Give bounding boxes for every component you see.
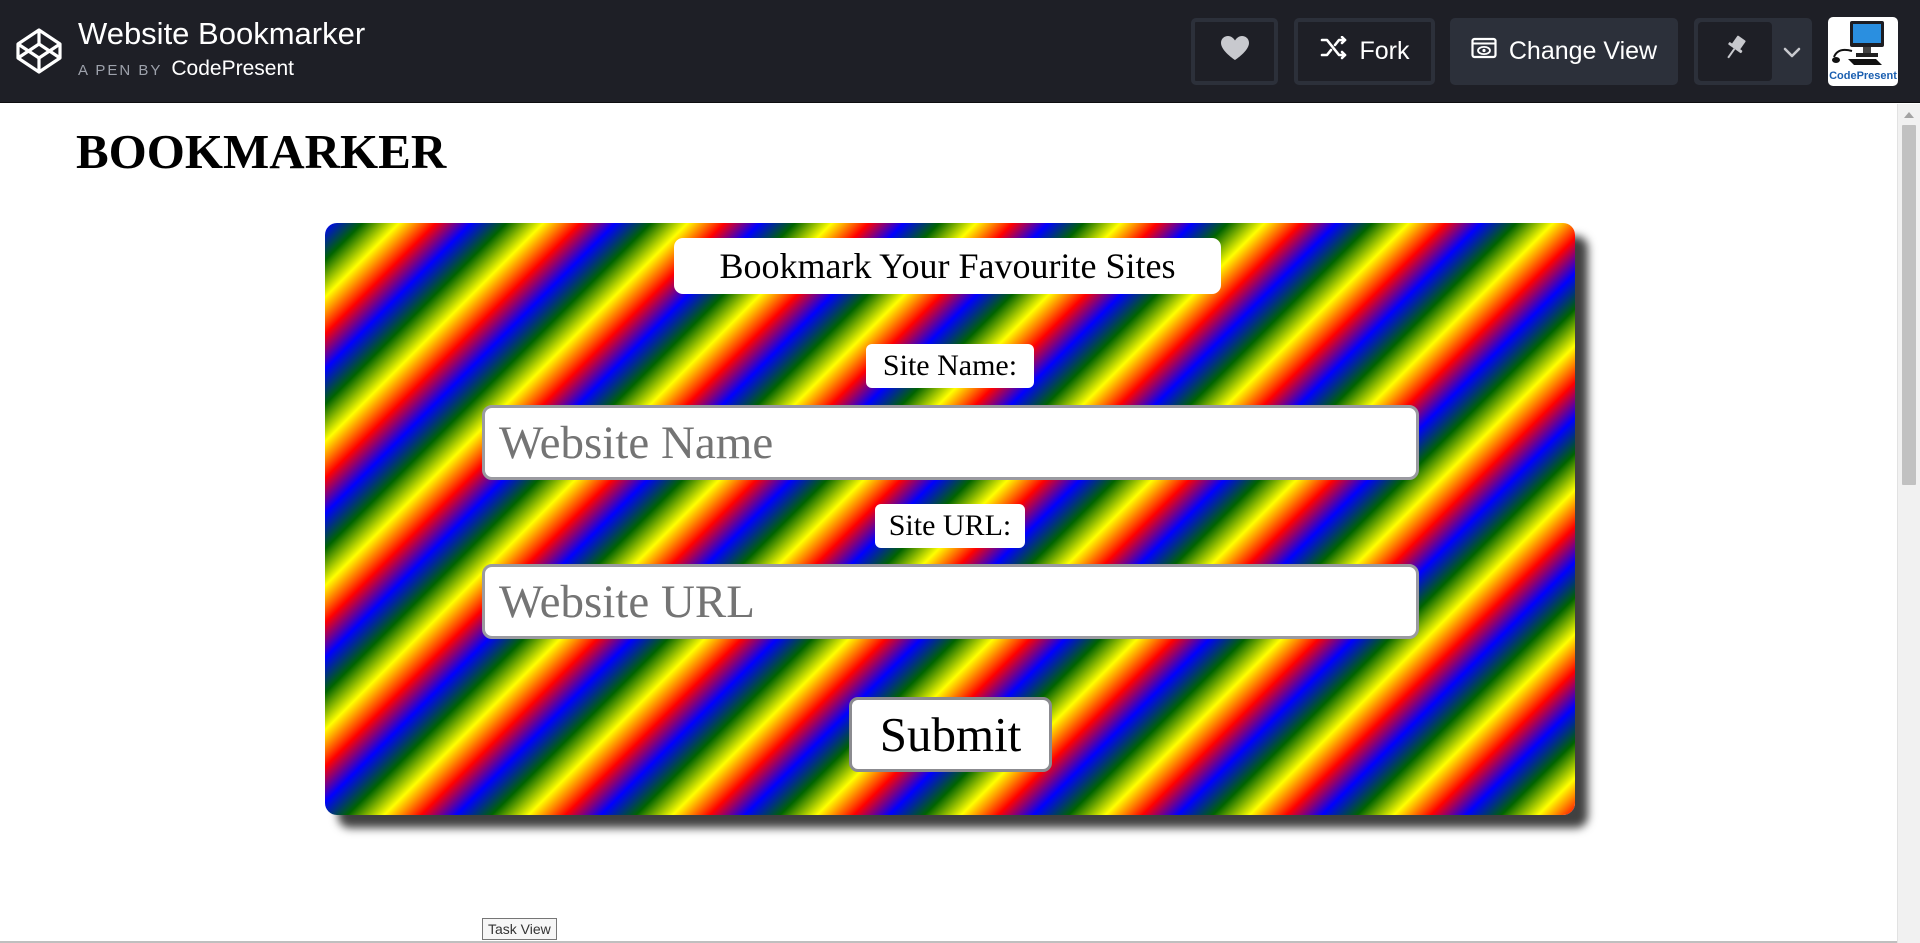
author-link[interactable]: CodePresent xyxy=(171,57,294,80)
tooltip: Task View xyxy=(482,918,557,940)
avatar[interactable]: CodePresent xyxy=(1828,17,1898,86)
like-button[interactable] xyxy=(1191,18,1278,85)
pin-menu-toggle[interactable] xyxy=(1772,37,1812,66)
site-url-input[interactable] xyxy=(482,564,1419,639)
pen-title[interactable]: Website Bookmarker xyxy=(78,16,365,52)
submit-button[interactable]: Submit xyxy=(849,697,1052,772)
scroll-up-arrow-icon[interactable] xyxy=(1898,107,1920,123)
pin-button-group xyxy=(1694,18,1812,85)
top-bar: Website Bookmarker A PEN BY CodePresent xyxy=(0,0,1920,103)
scrollbar-thumb[interactable] xyxy=(1902,125,1916,485)
eye-window-icon xyxy=(1471,37,1509,66)
pen-title-block: Website Bookmarker A PEN BY CodePresent xyxy=(78,16,365,82)
change-view-label: Change View xyxy=(1508,37,1658,65)
pin-button[interactable] xyxy=(1698,22,1772,81)
bookmark-form-card: Bookmark Your Favourite Sites Site Name:… xyxy=(325,223,1575,815)
site-url-label: Site URL: xyxy=(875,504,1025,548)
pin-icon xyxy=(1722,34,1748,69)
form-title: Bookmark Your Favourite Sites xyxy=(674,238,1221,294)
pen-byline: A PEN BY CodePresent xyxy=(78,58,365,82)
chevron-down-icon xyxy=(1783,37,1801,66)
fork-icon xyxy=(1320,35,1360,67)
fork-label: Fork xyxy=(1359,37,1410,65)
vertical-scrollbar[interactable] xyxy=(1897,104,1920,943)
computer-icon xyxy=(1832,21,1884,65)
site-name-label: Site Name: xyxy=(866,344,1034,388)
page-title: BOOKMARKER xyxy=(76,124,447,179)
avatar-label: CodePresent xyxy=(1829,70,1897,82)
fork-button[interactable]: Fork xyxy=(1294,18,1435,85)
change-view-button[interactable]: Change View xyxy=(1450,18,1678,85)
by-label: A PEN BY xyxy=(78,62,163,79)
heart-icon xyxy=(1220,35,1250,68)
site-name-input[interactable] xyxy=(482,405,1419,480)
codepen-logo-icon[interactable] xyxy=(14,26,64,76)
